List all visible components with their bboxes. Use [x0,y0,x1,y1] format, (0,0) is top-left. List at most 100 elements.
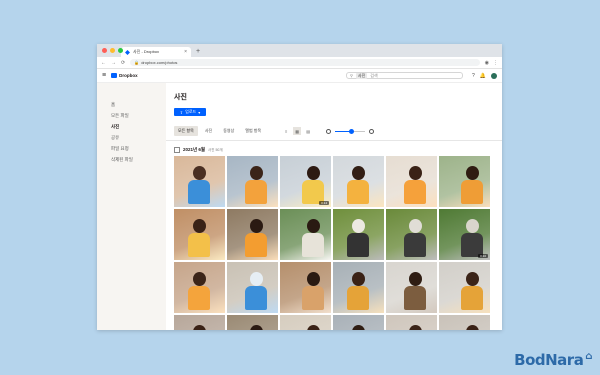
sidebar-item-home[interactable]: 홈 [97,99,166,110]
browser-window: 사진 - Dropbox × + ← → ⟳ 🔒 dropbox.com/pho… [97,44,502,330]
avatar[interactable] [491,72,497,79]
photo-family-window[interactable] [386,262,437,313]
photo-row4-6[interactable] [439,315,490,330]
filter-tab-albums[interactable]: 앨범 항목 [241,126,265,136]
search-input[interactable]: ⚲ 사진 검색 [345,72,463,79]
close-window-button[interactable] [102,48,107,53]
url-field[interactable]: 🔒 dropbox.com/photos [130,59,480,66]
photo-boy-smile[interactable] [386,156,437,207]
zoom-in-icon[interactable] [369,128,375,134]
dropbox-logo[interactable]: Dropbox [111,73,138,78]
photo-kid-table[interactable] [174,262,225,313]
zoom-slider-handle[interactable] [349,128,355,134]
video-duration-badge: 0:14 [319,201,329,205]
photo-subject-head [409,166,422,180]
photo-boy-bench-2[interactable] [333,156,384,207]
photo-subject-body [347,180,369,204]
photo-boy-painting[interactable] [174,156,225,207]
photo-dad-son-1[interactable] [333,262,384,313]
zoom-out-icon[interactable] [326,128,332,134]
sidebar-item-shared[interactable]: 공유 [97,132,166,143]
photo-subject-body [461,286,483,310]
photo-subject-body [302,286,324,310]
new-tab-button[interactable]: + [196,47,200,57]
lock-icon: 🔒 [134,60,140,65]
grid-view-icon[interactable]: ▦ [293,127,302,135]
photo-artwork[interactable] [227,262,278,313]
photo-subject-head [409,219,422,233]
large-grid-view-icon[interactable]: ▤ [304,127,312,135]
sidebar-item-photos[interactable]: 사진 [97,121,166,132]
photo-kid-plants[interactable] [280,209,331,260]
photo-row4-4[interactable] [333,315,384,330]
maximize-window-button[interactable] [118,48,123,53]
photo-boy-porch[interactable] [439,156,490,207]
photo-boy-bench-1[interactable]: 0:14 [280,156,331,207]
browser-menu-icon[interactable]: ⋮ [493,60,498,66]
upload-button[interactable]: ⇧ 업로드 ▾ [174,108,206,116]
photo-subject-head [352,325,365,330]
dropbox-logo-icon [111,73,118,78]
browser-tab[interactable]: 사진 - Dropbox × [121,47,191,57]
window-controls [102,48,123,53]
back-icon[interactable]: ← [101,60,106,66]
photo-subject-head [250,219,263,233]
photo-subject-head [409,325,422,330]
filter-bar: 모든 항목 사진 동영상 앨범 항목 ≡ ▦ ▤ [174,126,494,136]
photo-subject-head [307,272,320,286]
photo-subject-head [250,272,263,286]
video-duration-badge: 0:10 [478,254,488,258]
watermark-logo: BodNara ⌂ [514,351,592,369]
filter-tab-videos[interactable]: 동영상 [219,126,238,136]
sidebar-item-file-requests[interactable]: 파일 요청 [97,143,166,154]
photo-kid-reading[interactable] [174,209,225,260]
forward-icon[interactable]: → [111,60,116,66]
logo-text: Dropbox [119,73,138,78]
search-filter-chip[interactable]: 사진 [355,72,368,79]
photo-row4-1[interactable] [174,315,225,330]
notification-bell-icon[interactable]: 🔔 [480,73,486,79]
photo-hair-braids[interactable] [280,262,331,313]
reload-icon[interactable]: ⟳ [121,60,125,66]
photo-subject-head [466,166,479,180]
photo-dog-grass-1[interactable] [333,209,384,260]
photo-dog-portrait[interactable]: 0:10 [439,209,490,260]
photo-subject-head [466,219,479,233]
photo-subject-head [352,272,365,286]
photo-subject-head [307,219,320,233]
browser-tabbar: 사진 - Dropbox × + [97,44,502,57]
dropbox-favicon-icon [125,49,130,55]
sidebar-item-all-files[interactable]: 모든 파일 [97,110,166,121]
minimize-window-button[interactable] [110,48,115,53]
photo-dad-son-2[interactable] [439,262,490,313]
photo-kid-building[interactable] [227,209,278,260]
house-icon: ⌂ [585,351,592,362]
sidebar-item-deleted-files[interactable]: 삭제된 파일 [97,154,166,165]
profile-icon[interactable]: ◉ [485,60,489,66]
photo-subject-body [245,180,267,204]
select-group-checkbox[interactable] [174,147,180,153]
tab-close-icon[interactable]: × [184,49,187,55]
photo-subject-head [466,272,479,286]
photo-subject-head [250,166,263,180]
app-header: ≡ Dropbox ⚲ 사진 검색 ? 🔔 [97,69,502,83]
tab-title: 사진 - Dropbox [133,49,160,54]
photo-row4-3[interactable] [280,315,331,330]
help-icon[interactable]: ? [472,73,475,79]
list-view-icon[interactable]: ≡ [282,127,290,135]
photo-subject-head [193,325,206,330]
photo-subject-body [347,233,369,257]
upload-label: 업로드 [185,109,197,114]
upload-icon: ⇧ [179,109,184,115]
photo-boy-couch[interactable] [227,156,278,207]
filter-tab-all[interactable]: 모든 항목 [174,126,198,136]
sidebar: 홈 모든 파일 사진 공유 파일 요청 삭제된 파일 [97,83,166,330]
chevron-down-icon: ▾ [198,109,201,115]
photo-dog-grass-2[interactable] [386,209,437,260]
photo-row4-5[interactable] [386,315,437,330]
zoom-slider[interactable] [335,128,366,134]
photo-row4-2[interactable] [227,315,278,330]
search-placeholder: 검색 [370,72,378,78]
filter-tab-photos[interactable]: 사진 [201,126,216,136]
menu-icon[interactable]: ≡ [102,72,106,79]
